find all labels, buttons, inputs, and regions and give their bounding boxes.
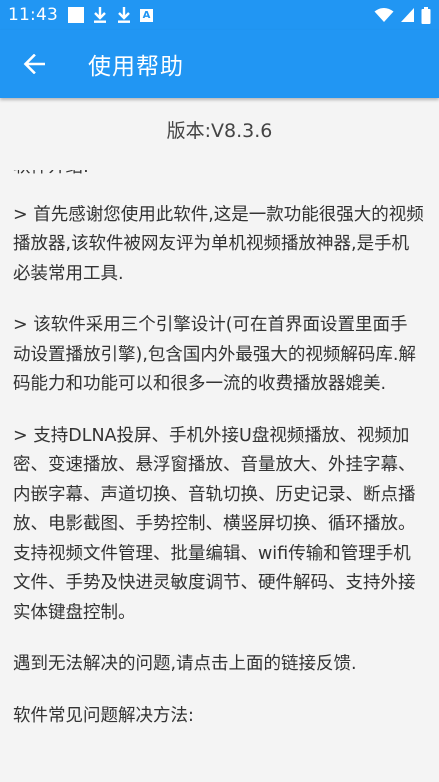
download-icon [118, 7, 130, 23]
version-label: 版本:V8.3.6 [166, 120, 273, 142]
notification-icons: A [68, 6, 153, 24]
paragraph-intro: > 首先感谢您使用此软件,这是一款功能很强大的视频播放器,该软件被网友评为单机视… [13, 204, 424, 284]
status-time: 11:43 [8, 5, 58, 25]
paragraph-faq-heading: 软件常见问题解决方法: [13, 705, 194, 726]
help-content[interactable]: 软件介绍: > 首先感谢您使用此软件,这是一款功能很强大的视频播放器,该软件被网… [0, 170, 439, 782]
back-button[interactable] [14, 44, 54, 84]
download-icon [94, 7, 106, 23]
square-icon [68, 7, 84, 23]
paragraph-feedback: 遇到无法解决的问题,请点击上面的链接反馈. [13, 654, 357, 674]
app-bar: 使用帮助 [0, 30, 439, 98]
page-title: 使用帮助 [88, 54, 184, 80]
signal-icon [401, 8, 414, 22]
paragraph-features: > 支持DLNA投屏、手机外接U盘视频播放、视频加密、变速播放、悬浮窗播放、音量… [13, 425, 416, 623]
paragraph-engines: > 该软件采用三个引擎设计(可在首界面设置里面手动设置播放引擎),包含国内外最强… [13, 315, 416, 394]
intro-heading: 软件介绍: [13, 170, 425, 183]
status-bar: 11:43 A [0, 0, 439, 30]
wifi-icon [374, 8, 394, 22]
system-icons [374, 6, 431, 24]
battery-icon [421, 6, 431, 24]
a-icon: A [140, 8, 153, 22]
arrow-left-icon [23, 54, 45, 74]
